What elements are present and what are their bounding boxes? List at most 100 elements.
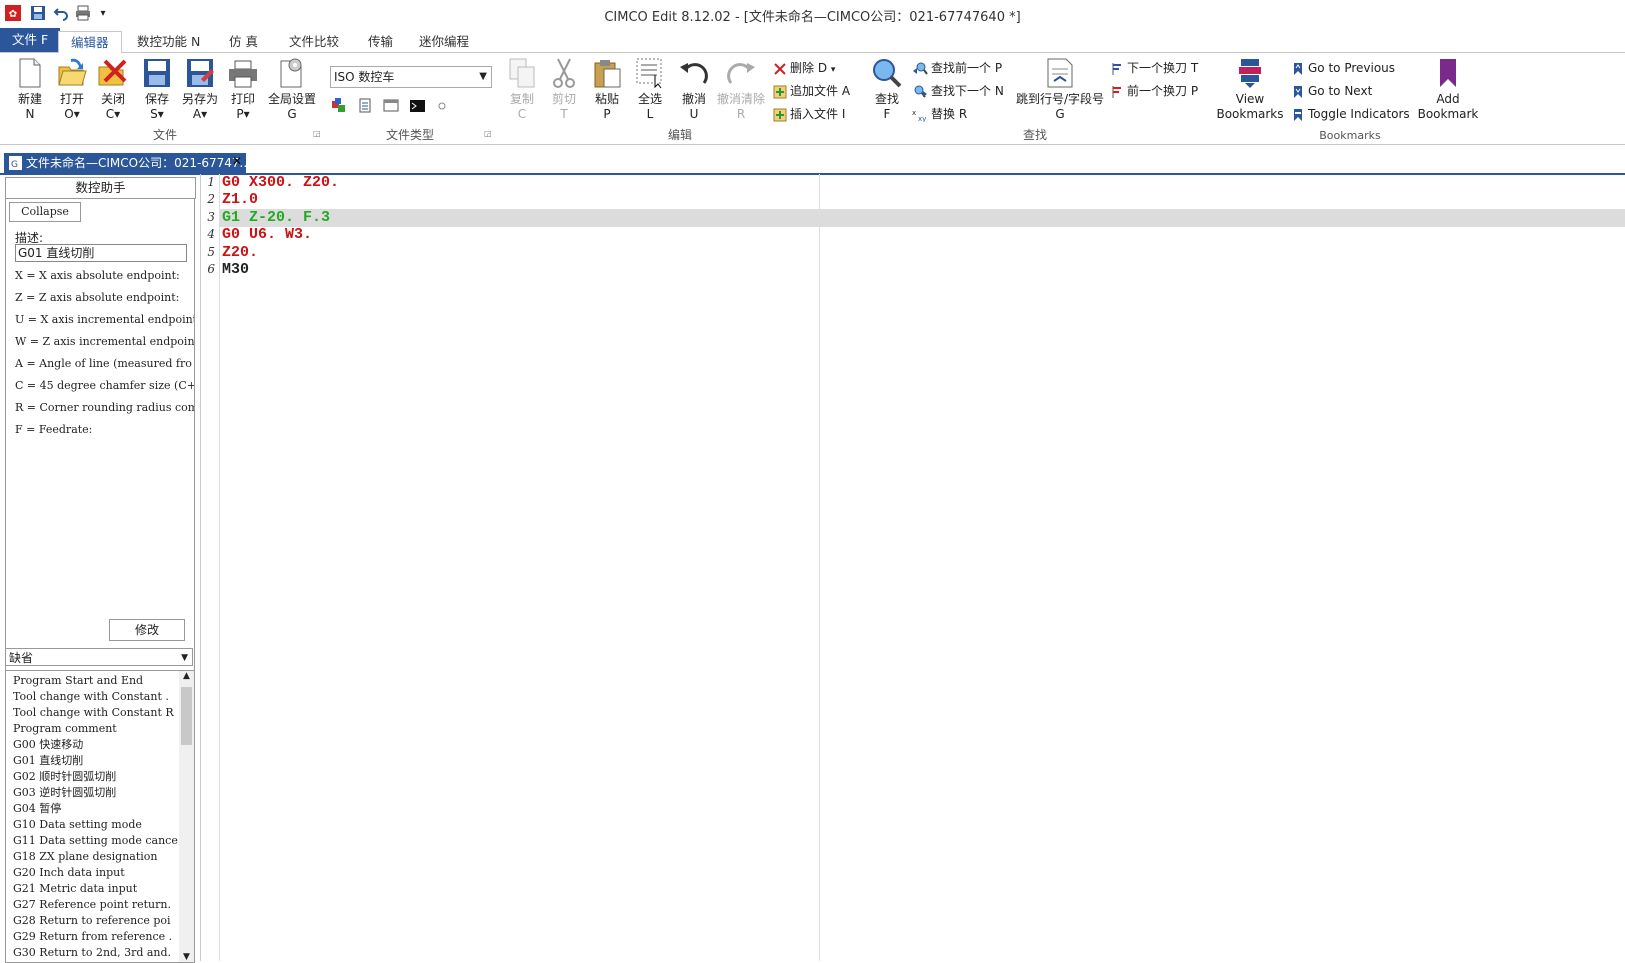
list-item[interactable]: G02 顺时针圆弧切削	[13, 769, 178, 785]
copy-button[interactable]: 复制 C	[504, 57, 540, 122]
document-tab[interactable]: G 文件未命名—CIMCO公司：021-67747...	[4, 153, 246, 173]
list-item[interactable]: G30 Return to 2nd, 3rd and.	[13, 945, 178, 961]
list-item[interactable]: G00 快速移动	[13, 737, 178, 753]
next-tool-change-button[interactable]: 下一个换刀 T	[1110, 58, 1198, 78]
go-to-next-bookmark-button[interactable]: Go to Next	[1291, 81, 1372, 101]
view-bookmarks-button[interactable]: View Bookmarks	[1215, 57, 1285, 122]
code-editor[interactable]: 1 2 3 4 5 6 G0 X300. Z20. Z1.0 G1 Z-20. …	[200, 174, 1625, 961]
category-select[interactable]: 缺省 ▼	[5, 648, 193, 666]
tab-simulation[interactable]: 仿 真	[217, 31, 270, 52]
new-button[interactable]: 新建 N	[12, 57, 48, 122]
global-settings-button[interactable]: 全局设置 G	[266, 57, 318, 122]
settings-document-icon	[280, 58, 302, 88]
close-button[interactable]: 关闭 C▾	[95, 57, 131, 122]
printer-icon	[229, 60, 257, 88]
list-icon[interactable]	[359, 98, 371, 113]
redo-arrow-icon	[727, 63, 755, 84]
find-button[interactable]: 查找 F	[869, 57, 905, 122]
chevron-down-icon: ▼	[181, 653, 188, 663]
select-all-button[interactable]: 全选 L	[632, 57, 668, 122]
list-item[interactable]: G18 ZX plane designation	[13, 849, 178, 865]
undo-clear-button[interactable]: 撤消清除 R	[716, 57, 766, 122]
list-scrollbar[interactable]: ▲ ▼	[179, 671, 194, 962]
scrollbar-thumb[interactable]	[181, 687, 192, 745]
document-tab-close-icon[interactable]: ✕	[232, 154, 242, 168]
close-file-icon	[98, 59, 127, 86]
file-group-launcher-icon[interactable]: ◲	[313, 129, 321, 138]
list-item[interactable]: Tool change with Constant R	[13, 705, 178, 721]
list-item[interactable]: G27 Reference point return.	[13, 897, 178, 913]
find-previous-button[interactable]: 查找前一个 P	[912, 58, 1002, 78]
bookmark-toggle-icon	[1294, 108, 1302, 121]
modify-button[interactable]: 修改	[109, 619, 185, 641]
window-icon[interactable]	[383, 99, 399, 112]
replace-button[interactable]: x xy 替换 R	[912, 104, 967, 124]
insert-file-button[interactable]: 插入文件 I	[773, 104, 845, 124]
goto-line-button[interactable]: 跳到行号/字段号 G	[1012, 57, 1108, 122]
tab-mini-programming[interactable]: 迷你编程	[407, 31, 481, 52]
line-number: 3	[207, 210, 215, 224]
go-to-previous-bookmark-button[interactable]: Go to Previous	[1291, 58, 1395, 78]
save-as-button[interactable]: 另存为 A▾	[179, 57, 221, 122]
file-type-select[interactable]: ISO 数控车 ▼	[330, 66, 492, 88]
code-line[interactable]: Z20.	[222, 244, 258, 262]
append-file-button[interactable]: 追加文件 A	[773, 81, 850, 101]
title-bar: ✿ ▾ CIMCO Edit 8.12.02 - [文件未命名—CIMCO公司：…	[0, 0, 1625, 28]
bookmark-next-icon	[1294, 85, 1302, 98]
undo-arrow-icon	[680, 63, 708, 84]
code-line[interactable]: G0 X300. Z20.	[222, 174, 339, 192]
list-item[interactable]: G04 暂停	[13, 801, 178, 817]
document-tab-bar: G 文件未命名—CIMCO公司：021-67747... ✕	[0, 151, 1625, 175]
bookmark-add-icon	[1440, 59, 1456, 87]
toggle-indicators-button[interactable]: Toggle Indicators	[1291, 104, 1410, 124]
list-item[interactable]: G20 Inch data input	[13, 865, 178, 881]
undo-button[interactable]: 撤消 U	[676, 57, 712, 122]
file-type-group-launcher-icon[interactable]: ◲	[484, 129, 492, 138]
list-item[interactable]: G10 Data setting mode	[13, 817, 178, 833]
tab-file-compare[interactable]: 文件比较	[277, 31, 351, 52]
open-button[interactable]: 打开 O▾	[54, 57, 90, 122]
list-item[interactable]: G01 直线切削	[13, 753, 178, 769]
list-item[interactable]: Tool change with Constant .	[13, 689, 178, 705]
previous-tool-icon	[1112, 85, 1121, 98]
replace-icon: xxy	[912, 109, 926, 123]
tab-editor[interactable]: 编辑器	[58, 31, 122, 54]
svg-text:xy: xy	[918, 115, 926, 122]
list-item[interactable]: G11 Data setting mode cance	[13, 833, 178, 849]
ribbon-tabs: 文件 F 编辑器 数控功能 N 仿 真 文件比较 传输 迷你编程	[0, 28, 1625, 54]
tab-nc-functions[interactable]: 数控功能 N	[125, 31, 212, 52]
file-type-group-label: 文件类型	[385, 128, 434, 142]
color-icon[interactable]	[332, 98, 345, 112]
list-item[interactable]: G21 Metric data input	[13, 881, 178, 897]
find-next-button[interactable]: 查找下一个 N	[912, 81, 1004, 101]
delete-button[interactable]: 删除 D ▾	[773, 58, 835, 78]
add-bookmark-button[interactable]: Add Bookmark	[1416, 57, 1480, 122]
magnifier-icon	[873, 59, 902, 88]
code-line[interactable]: G1 Z-20. F.3	[222, 209, 330, 227]
edit-group-label: 编辑	[667, 128, 692, 142]
print-button[interactable]: 打印 P▾	[225, 57, 261, 122]
list-item[interactable]: G03 逆时针圆弧切削	[13, 785, 178, 801]
line-number: 6	[207, 262, 215, 276]
select-all-icon	[636, 58, 662, 89]
save-button[interactable]: 保存 S▾	[139, 57, 175, 122]
tab-file[interactable]: 文件 F	[0, 28, 61, 52]
file-group-label: 文件	[152, 128, 177, 142]
code-line[interactable]: M30	[222, 261, 249, 279]
save-as-icon	[187, 59, 214, 87]
list-item[interactable]: G29 Return from reference .	[13, 929, 178, 945]
list-item[interactable]: Program Start and End	[13, 673, 178, 689]
cut-button[interactable]: 剪切 T	[546, 57, 582, 122]
function-list: Program Start and End Tool change with C…	[5, 670, 195, 963]
previous-tool-change-button[interactable]: 前一个换刀 P	[1110, 81, 1198, 101]
refresh-icon[interactable]	[438, 102, 446, 110]
tab-transfer[interactable]: 传输	[356, 31, 405, 52]
scroll-up-icon[interactable]: ▲	[179, 671, 194, 685]
list-item[interactable]: Program comment	[13, 721, 178, 737]
list-item[interactable]: G28 Return to reference poi	[13, 913, 178, 929]
terminal-icon[interactable]	[410, 100, 425, 112]
paste-button[interactable]: 粘贴 P	[589, 57, 625, 122]
code-line[interactable]: Z1.0	[222, 191, 258, 209]
code-line[interactable]: G0 U6. W3.	[222, 226, 312, 244]
append-file-icon	[773, 85, 787, 98]
